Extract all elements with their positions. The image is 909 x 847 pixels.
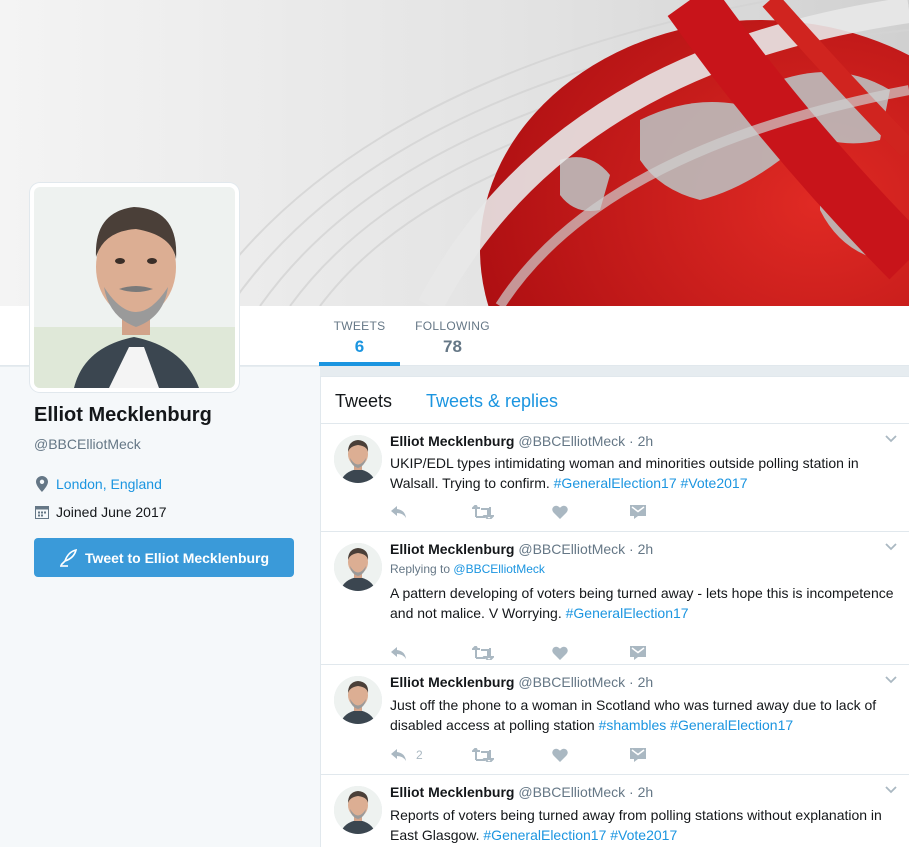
profile-handle[interactable]: @BBCElliotMeck xyxy=(34,436,141,452)
tweet-author-name[interactable]: Elliot Mecklenburg xyxy=(390,433,514,449)
tab-tweets-replies[interactable]: Tweets & replies xyxy=(426,391,558,412)
retweet-icon xyxy=(472,646,494,660)
profile-joined-text: Joined June 2017 xyxy=(56,504,167,520)
like-button[interactable] xyxy=(552,646,630,660)
tweet-timestamp[interactable]: · 2h xyxy=(629,541,653,557)
stat-following[interactable]: FOLLOWING 78 xyxy=(405,306,500,366)
retweet-icon xyxy=(472,748,494,762)
profile-location[interactable]: London, England xyxy=(34,476,162,492)
reply-icon xyxy=(390,748,408,762)
retweet-button[interactable] xyxy=(472,646,552,660)
hashtag-link[interactable]: #shambles xyxy=(599,717,667,733)
tab-tweets[interactable]: Tweets xyxy=(335,391,392,412)
chevron-down-icon[interactable] xyxy=(884,783,898,797)
direct-message-button[interactable] xyxy=(630,505,646,519)
reply-icon xyxy=(390,505,408,519)
reply-button[interactable] xyxy=(390,505,472,519)
tweet[interactable]: Elliot Mecklenburg @BBCElliotMeck · 2h R… xyxy=(321,532,909,665)
reply-icon xyxy=(390,646,408,660)
like-button[interactable] xyxy=(552,505,630,519)
tweet-actions xyxy=(390,503,646,521)
chevron-down-icon[interactable] xyxy=(884,540,898,554)
tweet-avatar[interactable] xyxy=(334,435,382,483)
retweet-icon xyxy=(472,505,494,519)
hashtag-link[interactable]: #Vote2017 xyxy=(681,475,748,491)
retweet-button[interactable] xyxy=(472,748,552,762)
tweet-text: Just off the phone to a woman in Scotlan… xyxy=(390,695,895,735)
tweet-author-handle[interactable]: @BBCElliotMeck xyxy=(518,784,625,800)
message-icon xyxy=(630,646,646,660)
reply-button[interactable] xyxy=(390,646,472,660)
heart-icon xyxy=(552,505,568,519)
hashtag-link[interactable]: #GeneralElection17 xyxy=(670,717,793,733)
tweet-header: Elliot Mecklenburg @BBCElliotMeck · 2h xyxy=(390,784,653,800)
hashtag-link[interactable]: #Vote2017 xyxy=(610,827,677,843)
stat-tweets[interactable]: TWEETS 6 xyxy=(319,306,400,366)
tweet-avatar[interactable] xyxy=(334,543,382,591)
timeline: Tweets Tweets & replies Elliot Mecklenbu… xyxy=(320,376,909,847)
tweet-header: Elliot Mecklenburg @BBCElliotMeck · 2h xyxy=(390,674,653,690)
tweet-timestamp[interactable]: · 2h xyxy=(629,674,653,690)
tweet-replying-to: Replying to @BBCElliotMeck xyxy=(390,562,545,576)
message-icon xyxy=(630,748,646,762)
profile-location-text[interactable]: London, England xyxy=(56,476,162,492)
chevron-down-icon[interactable] xyxy=(884,673,898,687)
stat-tweets-value: 6 xyxy=(354,337,365,356)
tweet-author-name[interactable]: Elliot Mecklenburg xyxy=(390,784,514,800)
tweet-timestamp[interactable]: · 2h xyxy=(629,433,653,449)
hashtag-link[interactable]: #GeneralElection17 xyxy=(554,475,677,491)
tweet-text: Reports of voters being turned away from… xyxy=(390,805,895,845)
tweet-avatar[interactable] xyxy=(334,676,382,724)
tweet-author-name[interactable]: Elliot Mecklenburg xyxy=(390,674,514,690)
tweet-avatar[interactable] xyxy=(334,786,382,834)
avatar-photo xyxy=(34,187,235,388)
profile-name[interactable]: Elliot Mecklenburg xyxy=(34,404,212,427)
direct-message-button[interactable] xyxy=(630,748,646,762)
replying-to-handle[interactable]: @BBCElliotMeck xyxy=(453,562,545,576)
tweet-header: Elliot Mecklenburg @BBCElliotMeck · 2h xyxy=(390,433,653,449)
tweet-to-button[interactable]: Tweet to Elliot Mecklenburg xyxy=(34,538,294,577)
tweet[interactable]: Elliot Mecklenburg @BBCElliotMeck · 2h J… xyxy=(321,665,909,775)
hashtag-link[interactable]: #GeneralElection17 xyxy=(483,827,606,843)
message-icon xyxy=(630,505,646,519)
tweet-author-handle[interactable]: @BBCElliotMeck xyxy=(518,674,625,690)
profile-avatar[interactable] xyxy=(30,183,239,392)
tweet-author-handle[interactable]: @BBCElliotMeck xyxy=(518,541,625,557)
reply-count: 2 xyxy=(416,748,423,762)
direct-message-button[interactable] xyxy=(630,646,646,660)
tweet-text: A pattern developing of voters being tur… xyxy=(390,583,895,623)
location-pin-icon xyxy=(34,476,50,492)
tweet-author-name[interactable]: Elliot Mecklenburg xyxy=(390,541,514,557)
tweet-actions xyxy=(390,644,646,662)
tweet-header: Elliot Mecklenburg @BBCElliotMeck · 2h xyxy=(390,541,653,557)
tweet[interactable]: Elliot Mecklenburg @BBCElliotMeck · 2h U… xyxy=(321,424,909,532)
hashtag-link[interactable]: #GeneralElection17 xyxy=(566,605,689,621)
stat-tweets-label: TWEETS xyxy=(333,319,386,333)
tweet-to-label: Tweet to Elliot Mecklenburg xyxy=(84,549,270,566)
tweet-text: UKIP/EDL types intimidating woman and mi… xyxy=(390,453,895,493)
like-button[interactable] xyxy=(552,748,630,762)
profile-joined: Joined June 2017 xyxy=(34,504,167,520)
heart-icon xyxy=(552,748,568,762)
retweet-button[interactable] xyxy=(472,505,552,519)
tweet-author-handle[interactable]: @BBCElliotMeck xyxy=(518,433,625,449)
replying-to-label: Replying to xyxy=(390,562,451,576)
quill-icon xyxy=(59,548,77,567)
calendar-icon xyxy=(34,504,50,520)
stat-following-label: FOLLOWING xyxy=(415,319,490,333)
tweet-timestamp[interactable]: · 2h xyxy=(629,784,653,800)
tweet-actions: 2 xyxy=(390,746,646,764)
reply-button[interactable]: 2 xyxy=(390,748,472,762)
tweet[interactable]: Elliot Mecklenburg @BBCElliotMeck · 2h R… xyxy=(321,775,909,847)
heart-icon xyxy=(552,646,568,660)
chevron-down-icon[interactable] xyxy=(884,432,898,446)
stat-following-value: 78 xyxy=(443,337,462,356)
timeline-tabs: Tweets Tweets & replies xyxy=(321,377,909,424)
